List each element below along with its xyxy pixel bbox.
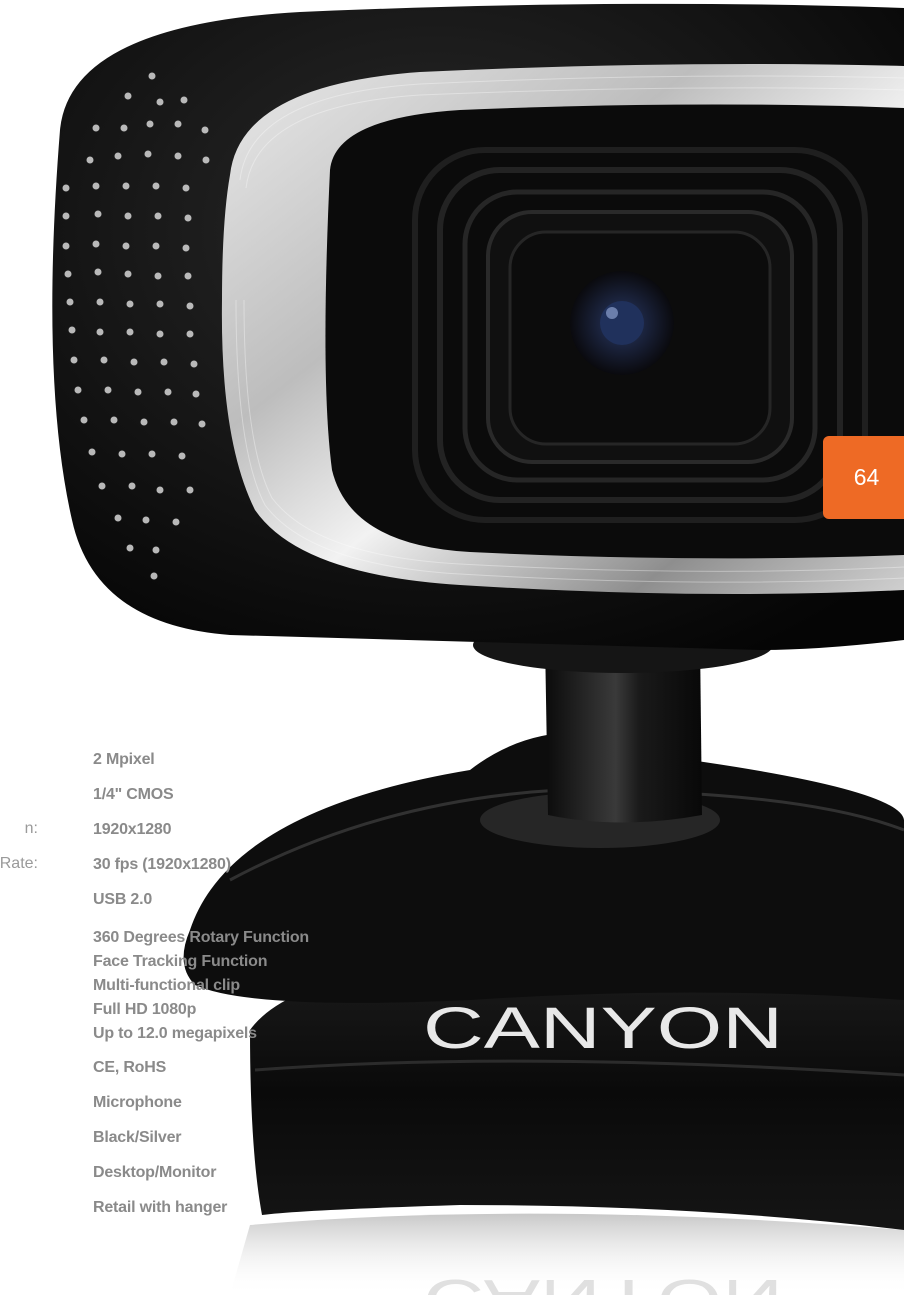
spec-certification: CE, RoHS (93, 1059, 167, 1076)
spec-interface: USB 2.0 (93, 891, 153, 908)
spec-video-resolution: 1920x1280 (93, 821, 172, 838)
spec-feature-full-hd: Full HD 1080p (93, 1001, 197, 1018)
catalog-page: CANYON CANYON 64 n: Rate: 2 Mpixel 1/4" … (0, 0, 904, 1295)
spec-label-frame-rate: Rate: (0, 855, 38, 872)
spec-feature-megapixels: Up to 12.0 megapixels (93, 1025, 257, 1042)
spec-label-resolution: n: (24, 820, 38, 837)
brand-logo: CANYON (423, 996, 783, 1061)
spec-microphone: Microphone (93, 1094, 182, 1111)
spec-feature-rotary: 360 Degrees Rotary Function (93, 929, 309, 946)
spec-sensor-type: 1/4" CMOS (93, 786, 174, 803)
spec-sensor-resolution: 2 Mpixel (93, 751, 155, 768)
spec-feature-clip: Multi-functional clip (93, 977, 240, 994)
brand-logo-reflection: CANYON (423, 1267, 783, 1295)
spec-feature-face-tracking: Face Tracking Function (93, 953, 268, 970)
spec-frame-rate: 30 fps (1920x1280) (93, 856, 231, 873)
spec-mounting: Desktop/Monitor (93, 1164, 217, 1181)
spec-color: Black/Silver (93, 1129, 182, 1146)
page-number-badge: 64 (823, 436, 904, 519)
spec-packaging: Retail with hanger (93, 1199, 228, 1216)
